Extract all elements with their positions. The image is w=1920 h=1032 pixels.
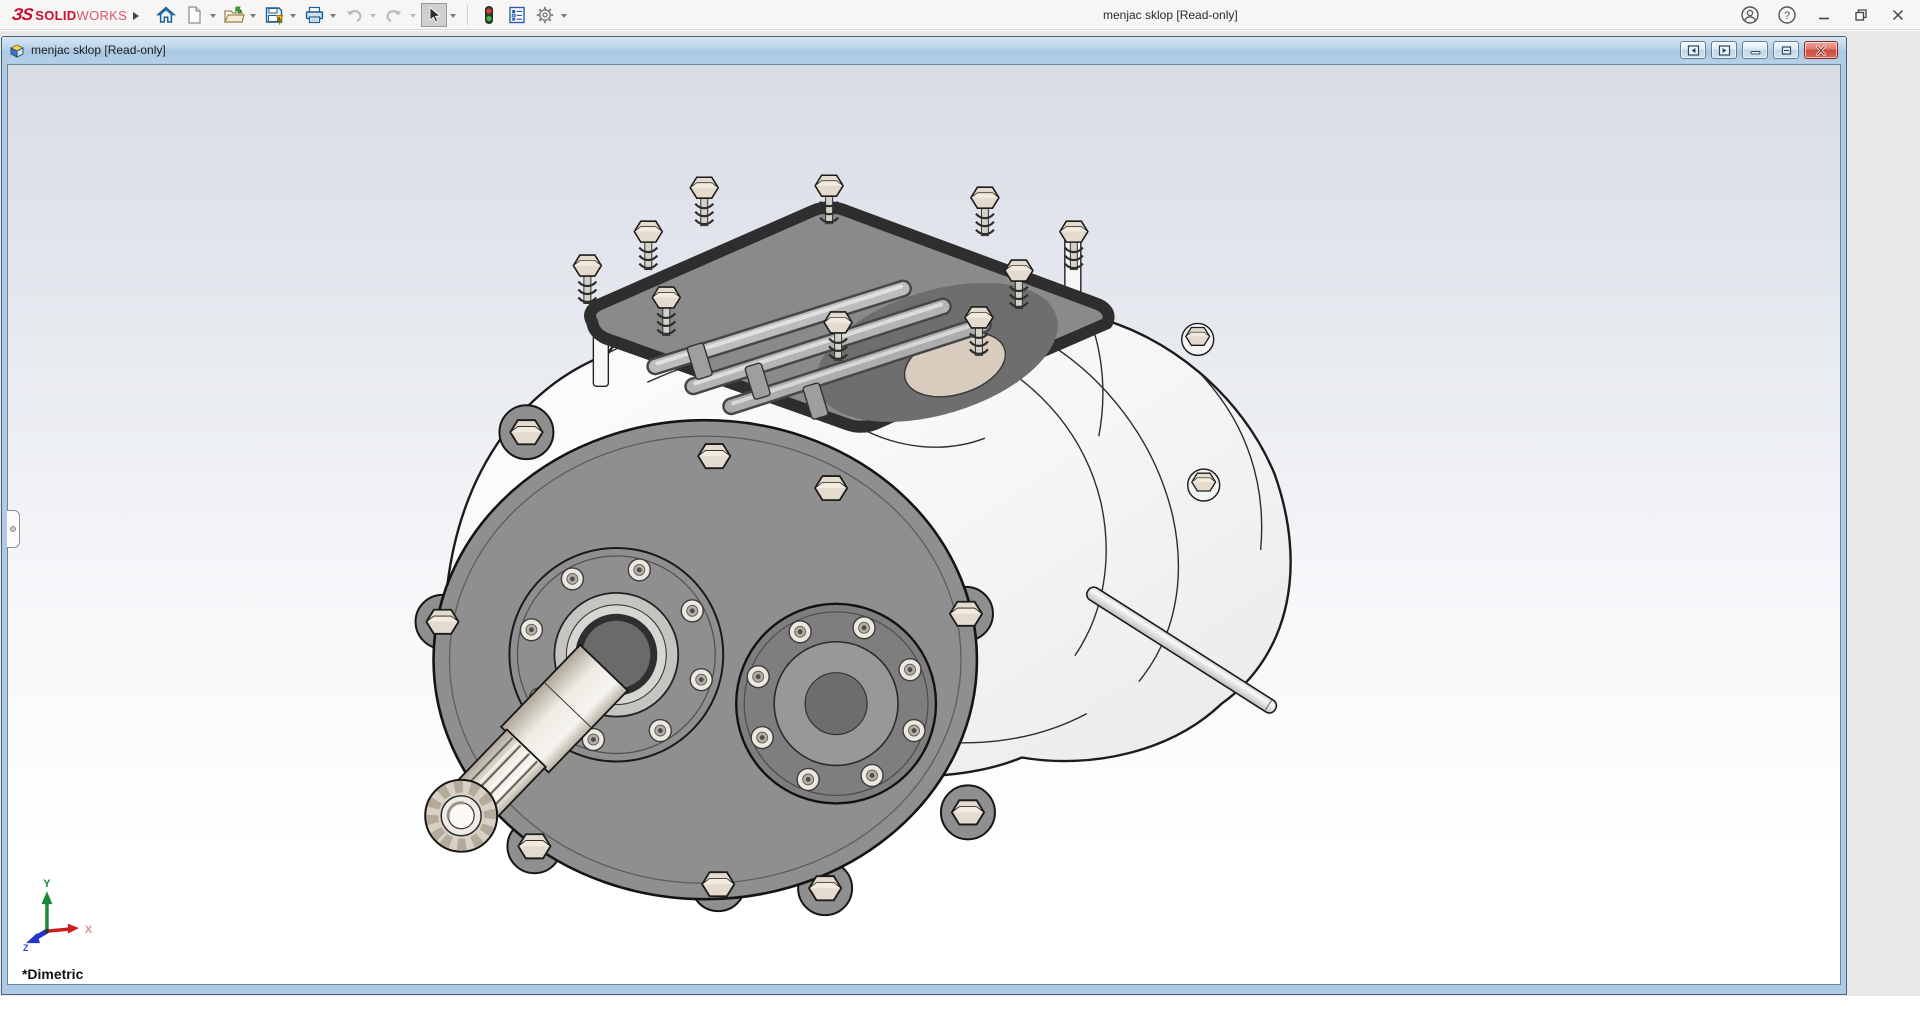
rear-bolt: [1186, 468, 1221, 502]
rear-bolt: [1180, 322, 1215, 357]
triad-z-label: Z: [23, 943, 29, 953]
collapse-right-pane-icon: [1718, 44, 1730, 56]
view-orientation-label: *Dimetric: [22, 966, 84, 982]
home-icon: [156, 5, 176, 23]
ds-logo-mark: ЗS: [10, 4, 34, 24]
open-dropdown-arrow[interactable]: [250, 13, 256, 21]
splitter-grip-dot: [10, 526, 16, 532]
document-minimize-button[interactable]: [1742, 41, 1768, 59]
new-document-icon: [188, 5, 201, 24]
redo-button[interactable]: [381, 3, 407, 27]
open-folder-icon: [224, 6, 245, 23]
file-properties-icon: [509, 6, 525, 23]
new-dropdown-arrow[interactable]: [210, 13, 216, 21]
collapse-left-pane-icon: [1687, 44, 1699, 56]
document-minimize-icon: [1750, 50, 1760, 54]
help-button[interactable]: ?: [1777, 5, 1797, 25]
minimize-icon: [1819, 17, 1829, 20]
redo-dropdown-arrow[interactable]: [410, 13, 416, 21]
solidworks-logo: ЗS SOLIDWORKS: [0, 5, 152, 25]
document-restore-icon: [1781, 45, 1791, 55]
output-cover: [735, 602, 938, 805]
graphics-viewport[interactable]: Y X Z *Dimetric: [7, 64, 1841, 985]
print-icon: [305, 6, 323, 23]
home-button[interactable]: [153, 3, 179, 27]
orientation-triad: Y X Z: [23, 878, 93, 953]
select-cursor-icon: [429, 6, 442, 23]
document-restore-button[interactable]: [1773, 41, 1799, 59]
account-button[interactable]: [1740, 5, 1760, 25]
close-button[interactable]: [1888, 5, 1908, 25]
document-titlebar[interactable]: menjac sklop [Read-only]: [2, 37, 1846, 63]
mdi-workspace: menjac sklop [Read-only] Y X Z *Dimetric: [0, 31, 1920, 996]
triad-x-label: X: [85, 924, 93, 936]
collapse-right-pane-button[interactable]: [1711, 41, 1737, 59]
open-button[interactable]: [221, 3, 247, 27]
undo-icon: [347, 9, 362, 22]
toolbar-separator: [467, 4, 468, 25]
brand-name: SOLIDWORKS: [35, 7, 128, 23]
file-properties-button[interactable]: [504, 3, 530, 27]
select-button[interactable]: [421, 2, 447, 27]
save-button[interactable]: [261, 3, 287, 27]
quick-access-toolbar: [152, 0, 571, 30]
document-window-controls: [1680, 41, 1838, 59]
collapse-left-pane-button[interactable]: [1680, 41, 1706, 59]
main-titlebar: ЗS SOLIDWORKS menjac sklop [Read-only] ?: [0, 0, 1920, 30]
minimize-button[interactable]: [1814, 5, 1834, 25]
help-icon: ?: [1778, 6, 1796, 24]
active-document-title: menjac sklop [Read-only]: [1103, 8, 1238, 22]
undo-dropdown-arrow[interactable]: [370, 13, 376, 21]
assembly-document-icon: [9, 43, 25, 58]
account-icon: [1741, 6, 1759, 24]
print-button[interactable]: [301, 3, 327, 27]
options-gear-icon: [536, 6, 554, 23]
gearbox-3d-model: Y X Z *Dimetric: [22, 65, 1292, 982]
new-document-button[interactable]: [181, 3, 207, 27]
svg-text:?: ?: [1784, 10, 1790, 22]
undo-button[interactable]: [341, 3, 367, 27]
select-dropdown-arrow[interactable]: [450, 13, 456, 21]
print-dropdown-arrow[interactable]: [330, 13, 336, 21]
restore-button[interactable]: [1851, 5, 1871, 25]
redo-icon: [386, 9, 401, 22]
save-dropdown-arrow[interactable]: [290, 13, 296, 21]
solidworks-window: ЗS SOLIDWORKS menjac sklop [Read-only] ?…: [0, 0, 1920, 1032]
document-window: menjac sklop [Read-only] Y X Z *Dimetric: [1, 36, 1847, 995]
window-controls: ?: [1740, 0, 1908, 30]
menu-flyout-arrow-icon[interactable]: [133, 11, 143, 20]
document-close-button[interactable]: [1804, 41, 1838, 59]
options-button[interactable]: [532, 3, 558, 27]
rebuild-traffic-light-icon: [485, 5, 493, 24]
document-close-icon: [1816, 44, 1826, 56]
triad-y-label: Y: [43, 878, 51, 890]
options-dropdown-arrow[interactable]: [561, 13, 567, 21]
restore-icon: [1855, 9, 1867, 21]
rebuild-button[interactable]: [476, 3, 502, 27]
close-icon: [1892, 9, 1904, 21]
save-icon: [265, 6, 284, 25]
document-title: menjac sklop [Read-only]: [31, 43, 166, 57]
feature-manager-splitter-handle[interactable]: [7, 510, 20, 548]
